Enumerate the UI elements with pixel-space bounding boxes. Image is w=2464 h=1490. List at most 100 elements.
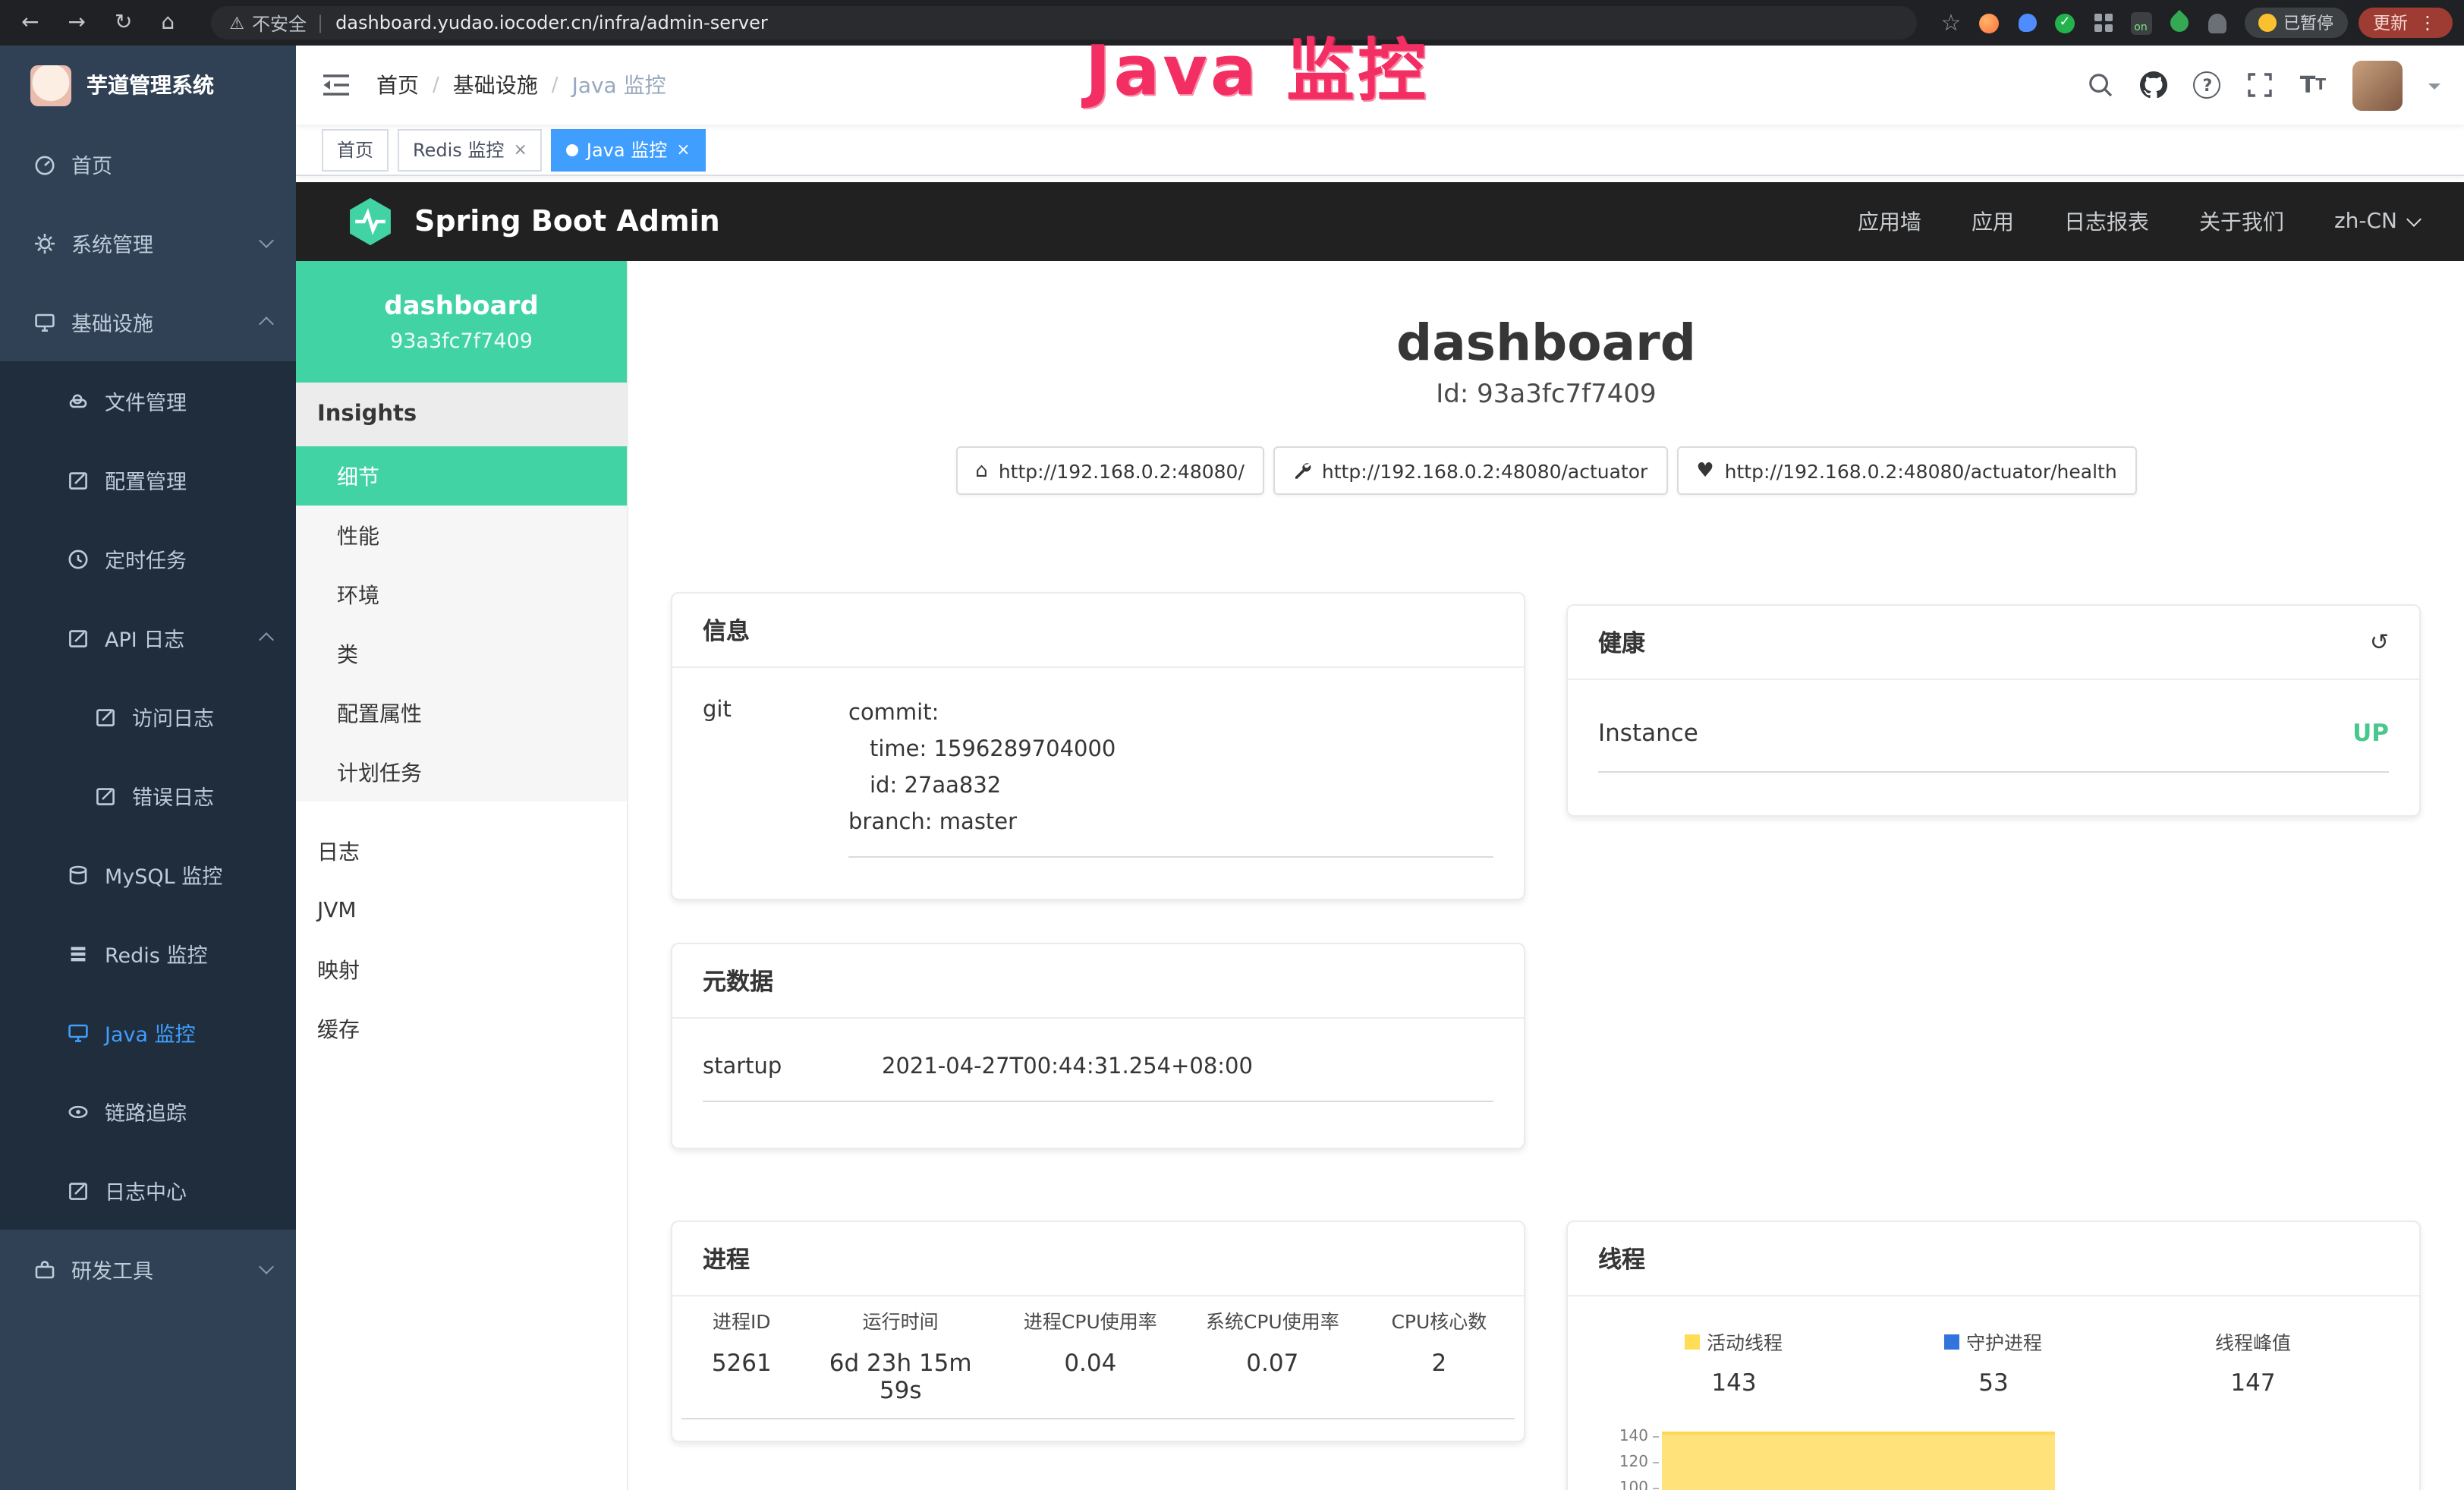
sidebar-item-label: 定时任务	[105, 543, 187, 574]
extension-check-icon[interactable]: ✓	[2054, 12, 2075, 33]
sidebar-item-home[interactable]: 首页	[0, 124, 296, 203]
sidebar-item-error-log[interactable]: 错误日志	[0, 756, 296, 835]
sba-item-logs[interactable]: 日志	[296, 821, 627, 880]
sidebar-item-scheduled-job[interactable]: 定时任务	[0, 519, 296, 598]
ytick-140: 140	[1619, 1429, 1648, 1445]
sidebar-item-dev-tools[interactable]: 研发工具	[0, 1230, 296, 1309]
browser-reload-icon[interactable]: ↻	[115, 11, 132, 35]
sba-instance-id: 93a3fc7f7409	[390, 329, 533, 353]
sidebar-item-infra[interactable]: 基础设施	[0, 282, 296, 361]
health-card: 健康 ↺ Instance UP	[1566, 604, 2421, 817]
extension-on-badge-icon[interactable]: on	[2130, 12, 2151, 33]
health-instance-label: Instance	[1598, 720, 1698, 747]
active-dot	[567, 143, 579, 156]
sba-item-jvm[interactable]: JVM	[296, 880, 627, 940]
sba-item-scheduled-tasks[interactable]: 计划任务	[296, 742, 627, 802]
sba-item-config-props[interactable]: 配置属性	[296, 683, 627, 742]
sidebar-item-java-monitor[interactable]: Java 监控	[0, 993, 296, 1072]
link-label: http://192.168.0.2:48080/actuator	[1322, 459, 1647, 482]
threads-card: 线程 活动线程 143	[1566, 1221, 2421, 1490]
sba-item-details[interactable]: 细节	[296, 446, 627, 506]
extension-fox-icon[interactable]	[1978, 12, 2000, 33]
sba-brand-title[interactable]: Spring Boot Admin	[414, 205, 720, 238]
sidebar-item-access-log[interactable]: 访问日志	[0, 677, 296, 756]
sidebar-item-api-log[interactable]: API 日志	[0, 598, 296, 677]
close-icon[interactable]: ×	[513, 140, 527, 159]
chrome-update-button[interactable]: 更新 ⋮	[2358, 8, 2452, 38]
extension-drop-icon[interactable]	[2016, 12, 2038, 33]
sidebar-item-system[interactable]: 系统管理	[0, 203, 296, 282]
extension-silhouette-icon[interactable]	[2206, 12, 2227, 33]
service-url-link[interactable]: ⌂ http://192.168.0.2:48080/	[955, 446, 1264, 495]
user-avatar[interactable]	[2352, 60, 2402, 110]
github-icon[interactable]	[2141, 71, 2168, 99]
tag-home[interactable]: 首页	[322, 128, 389, 171]
health-url-link[interactable]: ♥ http://192.168.0.2:48080/actuator/heal…	[1676, 446, 2136, 495]
sba-nav-wallboard[interactable]: 应用墙	[1858, 206, 1921, 237]
process-header-sys-cpu: 系统CPU使用率	[1182, 1306, 1364, 1350]
edit-square-icon	[67, 468, 90, 491]
bookmark-star-icon[interactable]: ☆	[1940, 12, 1962, 33]
avatar-caret-icon[interactable]	[2428, 83, 2440, 96]
sidebar-item-redis-monitor[interactable]: Redis 监控	[0, 914, 296, 993]
metadata-card-title: 元数据	[672, 944, 1524, 1019]
sidebar-item-label: 首页	[71, 149, 112, 179]
process-card: 进程 进程ID 运行时间 进程CPU使用率 系统CPU使用率 CPU核心数	[671, 1221, 1525, 1442]
browser-home-icon[interactable]: ⌂	[161, 11, 175, 35]
history-icon[interactable]: ↺	[2370, 628, 2389, 656]
actuator-url-link[interactable]: http://192.168.0.2:48080/actuator	[1273, 446, 1667, 495]
tag-java-active[interactable]: Java 监控 ×	[552, 128, 706, 171]
git-time-line: time: 1596289704000	[848, 732, 1493, 768]
sba-item-environment[interactable]: 环境	[296, 565, 627, 624]
chevron-down-icon	[259, 1259, 274, 1274]
search-icon[interactable]	[2088, 71, 2115, 99]
sidebar-item-mysql-monitor[interactable]: MySQL 监控	[0, 835, 296, 914]
sidebar-item-file-manage[interactable]: 文件管理	[0, 361, 296, 440]
sidebar-item-label: 链路追踪	[105, 1096, 187, 1126]
sba-instance-header[interactable]: dashboard 93a3fc7f7409	[296, 261, 627, 383]
font-size-icon[interactable]: TT	[2300, 71, 2326, 99]
sba-nav-about[interactable]: 关于我们	[2199, 206, 2284, 237]
sidebar-item-label: 访问日志	[132, 701, 214, 732]
breadcrumb-infra[interactable]: 基础设施	[453, 70, 538, 100]
emoji-face-icon	[2258, 14, 2276, 32]
extension-leaf-icon[interactable]	[2168, 12, 2189, 33]
browser-extensions-area: ☆ ✓ on	[1931, 12, 2236, 33]
git-branch-line: branch: master	[848, 805, 1493, 841]
breadcrumb-home[interactable]: 首页	[376, 70, 419, 100]
sba-logo-icon[interactable]	[345, 196, 396, 247]
help-icon[interactable]: ?	[2194, 71, 2221, 99]
address-bar[interactable]: ⚠ 不安全 | dashboard.yudao.iocoder.cn/infra…	[211, 6, 1916, 39]
process-value-cpus: 2	[1364, 1350, 1515, 1419]
sba-item-metrics[interactable]: 性能	[296, 506, 627, 565]
git-id-line: id: 27aa832	[848, 768, 1493, 805]
paused-extension-badge[interactable]: 已暂停	[2244, 8, 2347, 38]
sba-item-mappings[interactable]: 映射	[296, 940, 627, 999]
status-badge-up: UP	[2352, 720, 2389, 747]
browser-menu-icon[interactable]: ⋮	[2418, 12, 2437, 33]
metadata-key-startup: startup	[703, 1055, 882, 1079]
browser-forward-icon[interactable]: →	[68, 11, 85, 35]
tag-redis[interactable]: Redis 监控 ×	[398, 128, 543, 171]
sba-item-caches[interactable]: 缓存	[296, 999, 627, 1058]
log-edit-icon	[94, 705, 117, 728]
sba-item-classes[interactable]: 类	[296, 624, 627, 683]
fullscreen-icon[interactable]	[2247, 71, 2274, 99]
wrench-icon	[1293, 461, 1311, 480]
sidebar-item-config-manage[interactable]: 配置管理	[0, 440, 296, 519]
legend-label-peak: 线程峰值	[2215, 1327, 2291, 1356]
sidebar-item-trace[interactable]: 链路追踪	[0, 1072, 296, 1151]
sba-locale-select[interactable]: zh-CN	[2334, 209, 2418, 234]
browser-back-icon[interactable]: ←	[21, 11, 39, 35]
sba-nav-applications[interactable]: 应用	[1972, 206, 2014, 237]
legend-value-live: 143	[1604, 1369, 1864, 1397]
info-card: 信息 git commit: time: 1596289704000 id: 2…	[671, 592, 1525, 900]
info-key-git: git	[703, 695, 848, 858]
app-logo[interactable]: 芋道管理系统	[0, 46, 296, 124]
sidebar-collapse-icon[interactable]	[296, 73, 351, 97]
sba-nav-journal[interactable]: 日志报表	[2064, 206, 2149, 237]
close-icon[interactable]: ×	[676, 140, 690, 159]
sidebar-item-log-center[interactable]: 日志中心	[0, 1151, 296, 1230]
process-header-uptime: 运行时间	[802, 1306, 999, 1350]
extension-grid-icon[interactable]	[2092, 12, 2113, 33]
